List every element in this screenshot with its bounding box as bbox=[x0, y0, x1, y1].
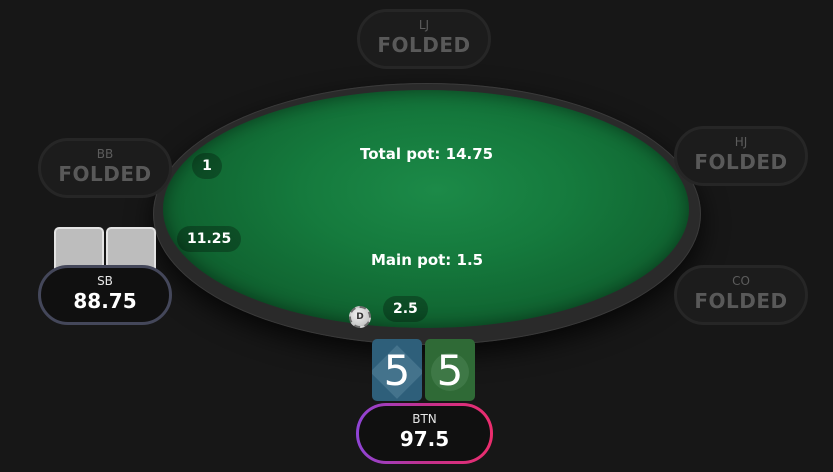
poker-table-felt bbox=[163, 90, 689, 328]
seat-sb[interactable]: SB 88.75 bbox=[38, 265, 172, 325]
hero-card-1: 5 bbox=[372, 339, 422, 401]
main-pot-label: Main pot: 1.5 bbox=[371, 251, 484, 269]
seat-btn-stack: 97.5 bbox=[399, 427, 450, 451]
seat-lj-position: LJ bbox=[418, 18, 430, 32]
seat-lj-status: FOLDED bbox=[377, 33, 471, 57]
hero-card-2-rank: 5 bbox=[436, 345, 464, 395]
seat-btn-position: BTN bbox=[412, 412, 437, 426]
hero-card-2: 5 bbox=[425, 339, 475, 401]
bet-bb: 1 bbox=[192, 153, 222, 179]
seat-bb[interactable]: BB FOLDED bbox=[38, 138, 172, 198]
bet-sb: 11.25 bbox=[177, 226, 242, 252]
seat-co-position: CO bbox=[732, 274, 750, 288]
seat-hj[interactable]: HJ FOLDED bbox=[674, 126, 808, 186]
seat-co-status: FOLDED bbox=[694, 289, 788, 313]
seat-sb-stack: 88.75 bbox=[73, 289, 137, 313]
seat-hj-position: HJ bbox=[734, 135, 748, 149]
seat-bb-position: BB bbox=[96, 147, 114, 161]
total-pot-label: Total pot: 14.75 bbox=[360, 145, 494, 163]
seat-hj-status: FOLDED bbox=[694, 150, 788, 174]
seat-sb-position: SB bbox=[97, 274, 113, 288]
dealer-button-icon: D bbox=[349, 306, 371, 328]
seat-bb-status: FOLDED bbox=[58, 162, 152, 186]
bet-btn: 2.5 bbox=[383, 296, 428, 322]
seat-co[interactable]: CO FOLDED bbox=[674, 265, 808, 325]
hero-card-1-rank: 5 bbox=[383, 345, 411, 395]
seat-btn[interactable]: BTN 97.5 bbox=[356, 403, 493, 464]
seat-lj[interactable]: LJ FOLDED bbox=[357, 9, 491, 69]
